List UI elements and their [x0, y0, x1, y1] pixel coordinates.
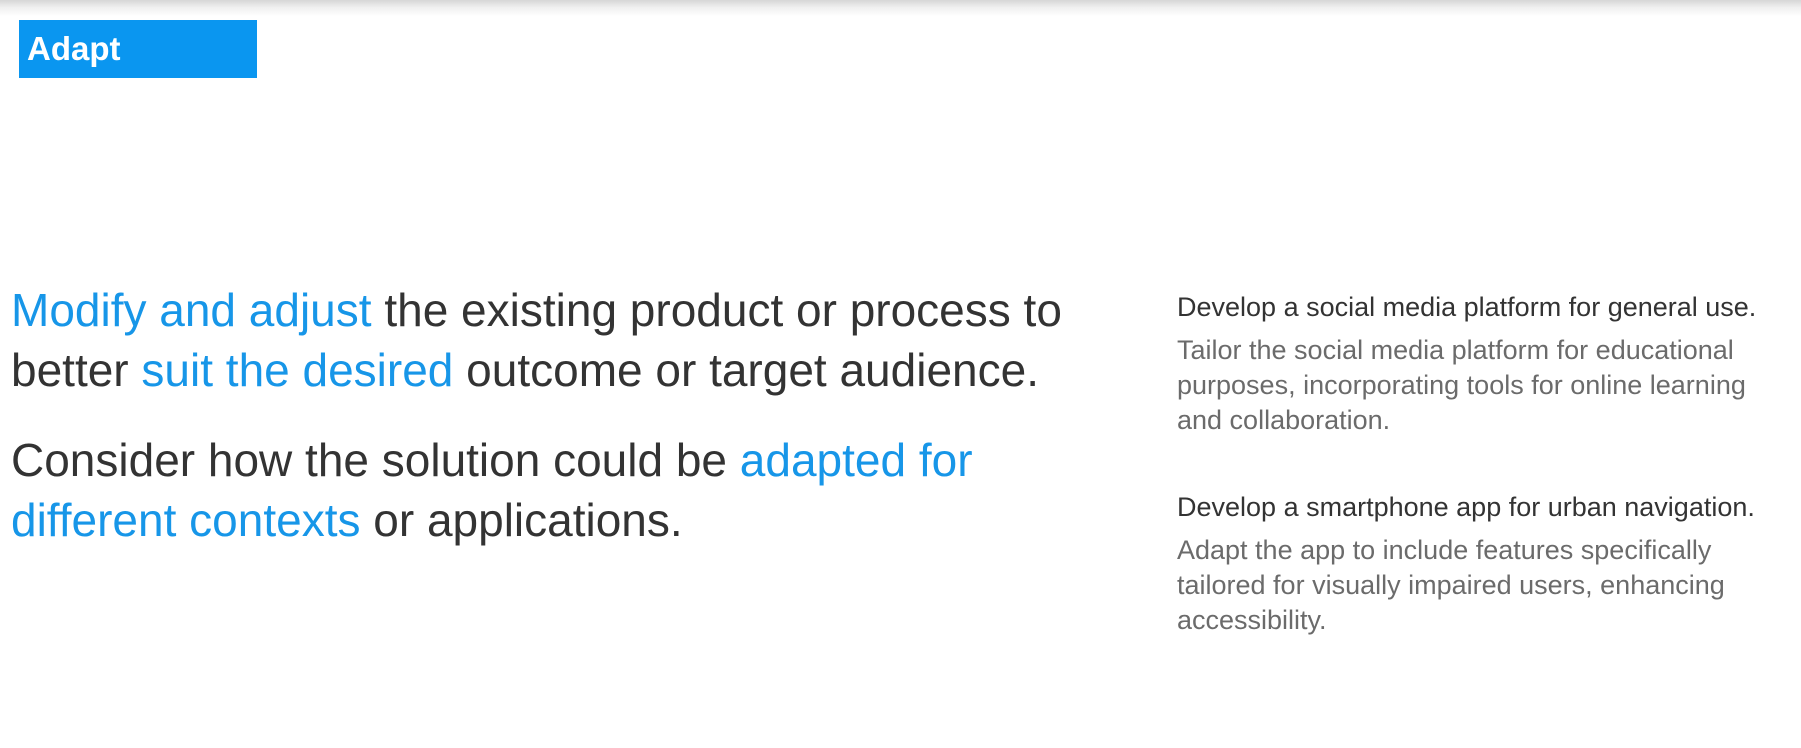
statement-paragraph-2: Consider how the solution could be adapt… [11, 430, 1141, 550]
example-description: Adapt the app to include features specif… [1177, 535, 1725, 635]
highlight-suit-desired: suit the desired [141, 344, 454, 396]
main-statement: Modify and adjust the existing product o… [11, 280, 1141, 580]
example-description: Tailor the social media platform for edu… [1177, 335, 1746, 435]
statement-1-text-b: outcome or target audience. [453, 344, 1039, 396]
example-title: Develop a social media platform for gene… [1177, 292, 1757, 322]
example-item: Develop a social media platform for gene… [1177, 290, 1787, 438]
example-title: Develop a smartphone app for urban navig… [1177, 492, 1755, 522]
highlight-modify-adjust: Modify and adjust [11, 284, 372, 336]
statement-paragraph-1: Modify and adjust the existing product o… [11, 280, 1141, 400]
section-tag: Adapt [19, 20, 257, 78]
statement-2-text-b: or applications. [360, 494, 683, 546]
top-shadow-band [0, 0, 1801, 16]
statement-2-text-a: Consider how the solution could be [11, 434, 740, 486]
examples-list: Develop a social media platform for gene… [1177, 290, 1787, 690]
example-item: Develop a smartphone app for urban navig… [1177, 490, 1787, 638]
